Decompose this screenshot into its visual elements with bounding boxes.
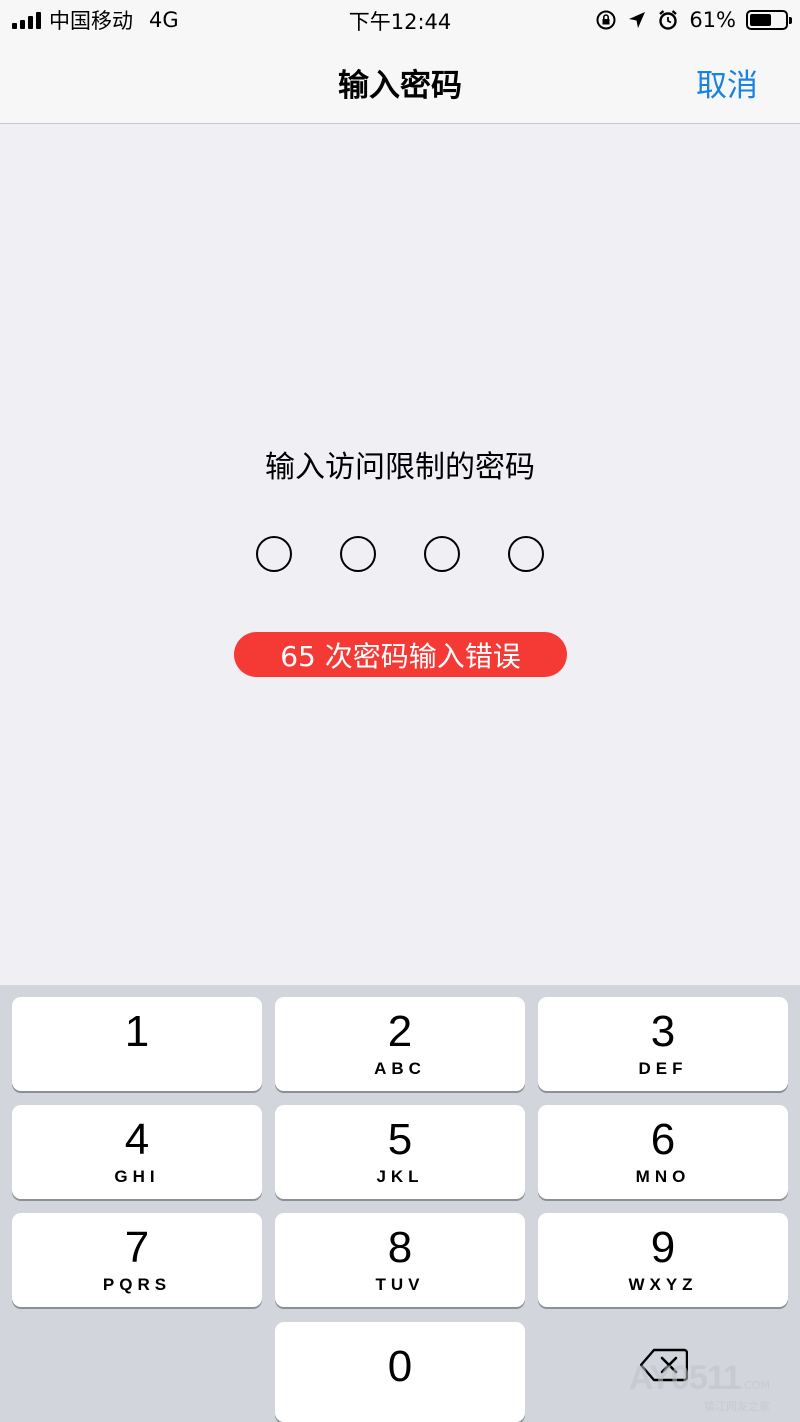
- failed-attempts-badge: 65 次密码输入错误: [234, 632, 567, 677]
- status-time: 下午12:44: [348, 10, 452, 34]
- key-digit: 9: [650, 1223, 676, 1272]
- cancel-button[interactable]: 取消: [696, 60, 758, 105]
- passcode-prompt: 输入访问限制的密码: [265, 450, 535, 485]
- key-letters: ABC: [374, 1059, 426, 1078]
- cellular-signal-icon: [12, 11, 41, 29]
- key-digit: 2: [387, 1007, 413, 1056]
- key-5[interactable]: 5 JKL: [275, 1105, 525, 1199]
- key-digit: 4: [124, 1115, 150, 1164]
- numeric-keypad: 1 2 ABC 3 DEF 4 GHI 5 JKL 6 MNO 7 PQRS 8: [0, 985, 800, 1422]
- key-letters: PQRS: [102, 1275, 172, 1294]
- key-6[interactable]: 6 MNO: [538, 1105, 788, 1199]
- network-type: 4G: [149, 8, 179, 32]
- failed-attempts-text: 65 次密码输入错误: [280, 639, 521, 673]
- key-8[interactable]: 8 TUV: [275, 1213, 525, 1307]
- watermark-suffix: .COM: [740, 1379, 770, 1392]
- status-bar-left: 中国移动 4G: [12, 6, 179, 34]
- status-bar: 中国移动 4G 下午12:44 61%: [0, 0, 800, 40]
- key-3[interactable]: 3 DEF: [538, 997, 788, 1091]
- key-digit: 3: [650, 1007, 676, 1056]
- navigation-bar: 输入密码 取消: [0, 40, 800, 124]
- key-letters: WXYZ: [628, 1275, 698, 1294]
- location-arrow-icon: [627, 10, 647, 30]
- passcode-dots: [0, 536, 800, 572]
- battery-level-fill: [750, 14, 771, 26]
- key-0[interactable]: 0: [275, 1322, 525, 1422]
- orientation-lock-icon: [595, 9, 617, 31]
- key-letters: TUV: [375, 1275, 425, 1294]
- passcode-screen: 中国移动 4G 下午12:44 61% 输入密码 取消 输入访问限制的密码 65…: [0, 0, 800, 1422]
- status-bar-right: 61%: [595, 6, 792, 34]
- battery-percentage: 61%: [689, 8, 736, 32]
- key-4[interactable]: 4 GHI: [12, 1105, 262, 1199]
- battery-icon: [746, 10, 792, 30]
- key-7[interactable]: 7 PQRS: [12, 1213, 262, 1307]
- passcode-dot: [508, 536, 544, 572]
- key-digit: 1: [124, 1007, 150, 1056]
- key-digit: 8: [387, 1223, 413, 1272]
- key-letters: GHI: [114, 1167, 160, 1186]
- key-letters: DEF: [638, 1059, 688, 1078]
- watermark-main: AY0511: [628, 1359, 742, 1397]
- passcode-dot: [424, 536, 460, 572]
- page-title: 输入密码: [338, 68, 462, 104]
- key-digit: 7: [124, 1223, 150, 1272]
- key-digit: 0: [387, 1342, 413, 1391]
- carrier-name: 中国移动: [49, 9, 133, 33]
- key-letters: JKL: [376, 1167, 424, 1186]
- watermark-logo: AY0511.COM 镇江网友之家: [629, 1359, 770, 1414]
- watermark-sub: 镇江网友之家: [704, 1400, 770, 1413]
- key-digit: 6: [650, 1115, 676, 1164]
- key-letters: MNO: [635, 1167, 691, 1186]
- alarm-icon: [657, 9, 679, 31]
- key-digit: 5: [387, 1115, 413, 1164]
- key-9[interactable]: 9 WXYZ: [538, 1213, 788, 1307]
- passcode-dot: [256, 536, 292, 572]
- key-2[interactable]: 2 ABC: [275, 997, 525, 1091]
- passcode-dot: [340, 536, 376, 572]
- key-1[interactable]: 1: [12, 997, 262, 1091]
